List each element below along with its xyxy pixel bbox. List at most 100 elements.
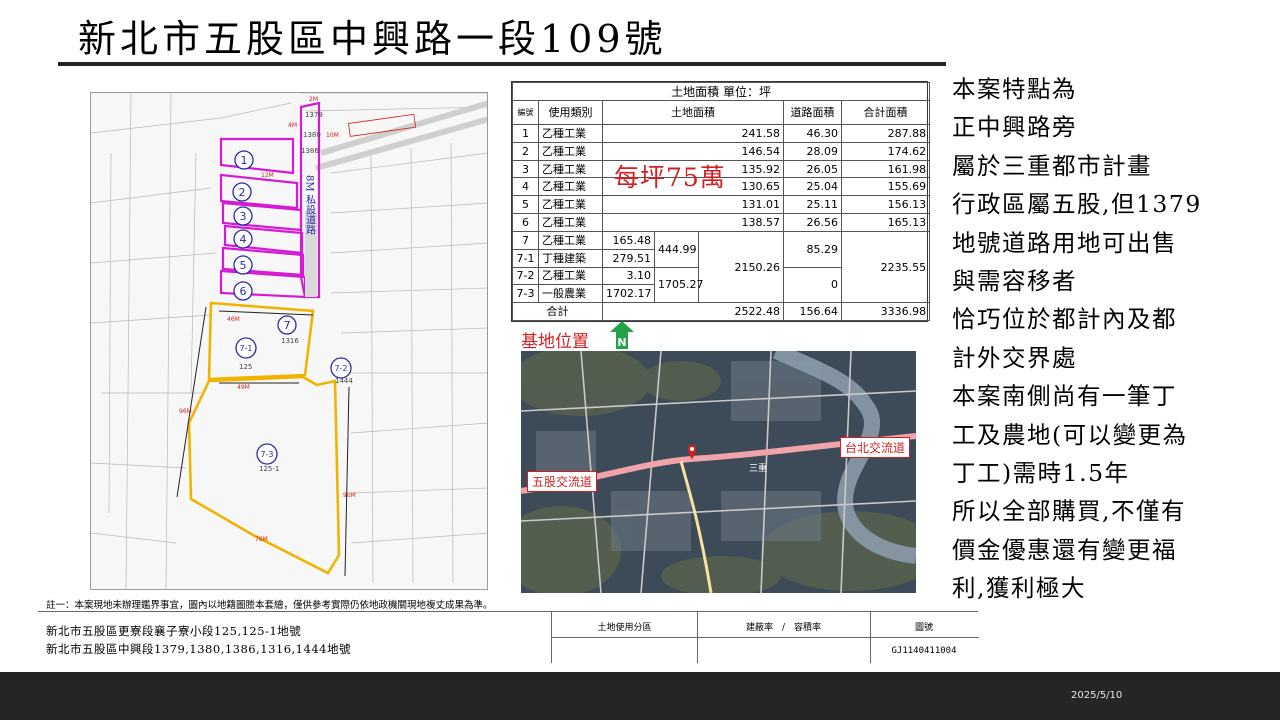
interchange-label-taipei: 台北交流道	[840, 437, 911, 458]
cell-road: 25.11	[783, 195, 842, 215]
dim-label: 76M	[255, 536, 268, 543]
lot-1444: 1444	[335, 377, 353, 385]
parcel-marker-7-3: 7-3	[260, 450, 273, 459]
cell-subtotal: 1705.27	[654, 266, 704, 304]
cell-use: 丁種建築	[538, 248, 603, 268]
notes-panel: 本案特點為 正中興路旁 屬於三重都市計畫 行政區屬五股,但1379 地號道路用地…	[952, 70, 1262, 608]
note-line: 與需容移者	[952, 267, 1077, 296]
cell-road: 0	[783, 266, 842, 304]
cell-use: 乙種工業	[538, 159, 603, 179]
col-header-road: 道路面積	[783, 100, 842, 125]
cell-total: 161.98	[840, 159, 931, 179]
site-location-label: 基地位置	[521, 332, 589, 352]
table-row: 7 乙種工業 165.48 444.99 2150.26 85.29 2235.…	[512, 230, 931, 304]
note-line: 價金優惠還有變更福	[952, 535, 1177, 564]
cell-no: 2	[512, 141, 539, 161]
lot-1380: 1380	[303, 131, 321, 139]
dim-label: 49M	[237, 384, 250, 391]
land-area-table: 土地面積 單位：坪 編號 使用類別 土地面積 道路面積 合計面積 1 乙種工業 24…	[511, 81, 931, 322]
col-header-use: 使用類別	[538, 100, 603, 125]
grid-divider	[552, 637, 979, 638]
footer-bar: 2025/5/10	[0, 672, 1280, 720]
note-line: 本案南側尚有一筆丁	[952, 382, 1177, 411]
svg-text:N: N	[617, 336, 626, 349]
title-divider	[58, 62, 946, 66]
cell-no: 7-2	[512, 266, 539, 286]
address-line-1: 新北市五股區更寮段襄子寮小段125,125-1地號	[46, 624, 302, 638]
cell-land: 131.01	[602, 195, 784, 215]
lot-1379: 1379	[305, 111, 323, 119]
parcel-marker-7-1: 7-1	[239, 344, 252, 353]
parcel-marker-4: 4	[240, 233, 247, 246]
interchange-label-wugu: 五股交流道	[527, 471, 598, 492]
drawing-number-label: 圖號	[914, 623, 933, 633]
parcel-marker-5: 5	[240, 259, 247, 272]
cell-no: 3	[512, 159, 539, 179]
parcel-marker-3: 3	[240, 210, 247, 223]
table-total-row: 合計 2522.48 156.64 3336.98	[512, 302, 931, 321]
cell-land: 138.57	[602, 213, 784, 232]
cell-land: 279.51	[602, 248, 655, 268]
lot-125: 125	[239, 363, 252, 371]
cell-no: 1	[512, 124, 539, 143]
note-line: 本案特點為	[952, 75, 1077, 103]
cell-subtotal: 444.99	[654, 230, 699, 268]
col-header-total: 合計面積	[840, 100, 931, 125]
cell-road: 26.56	[783, 213, 842, 232]
parcel-outlines-south	[187, 301, 341, 575]
drawing-title-block: 新北市五股區更寮段襄子寮小段125,125-1地號 新北市五股區中興段1379,…	[38, 611, 979, 663]
address-line-2: 新北市五股區中興段1379,1380,1386,1316,1444地號	[46, 642, 351, 656]
cell-land-total: 2522.48	[602, 302, 784, 321]
cell-use: 乙種工業	[538, 230, 603, 250]
cell-use: 乙種工業	[538, 124, 603, 143]
cell-grand-total: 3336.98	[840, 302, 931, 321]
parcel-marker-6: 6	[240, 285, 247, 298]
cell-total: 156.13	[840, 195, 931, 215]
parcel-marker-7: 7	[284, 319, 291, 332]
dim-label: 90M	[343, 492, 356, 499]
cell-total-label: 合計	[512, 302, 603, 321]
cell-road-total: 156.64	[783, 302, 842, 321]
dim-label: 12M	[261, 172, 274, 179]
cadastral-drawing: 1379 1380 1386 1316 125 1444 125-1 2M 4M…	[91, 93, 487, 589]
cell-no: 7	[512, 230, 539, 250]
table-row: 6 乙種工業 138.57 26.56 165.13	[512, 213, 931, 232]
lot-125-1: 125-1	[259, 465, 279, 473]
cell-land: 165.48	[602, 230, 655, 250]
zoning-label: 土地使用分區	[597, 623, 652, 633]
note-line: 行政區屬五股,但1379	[952, 190, 1202, 219]
parcel-markers	[232, 150, 352, 465]
cell-road: 85.29	[783, 230, 842, 268]
note-line: 丁工)需時1.5年	[952, 459, 1130, 488]
cell-no: 7-1	[512, 248, 539, 268]
cell-use: 乙種工業	[538, 266, 603, 286]
svg-text:8M 私設道路: 8M 私設道路	[304, 175, 316, 236]
parcel-marker-7-2: 7-2	[334, 364, 347, 373]
cell-no: 5	[512, 195, 539, 215]
price-per-ping-note: 每坪75萬	[614, 163, 726, 192]
col-header-no: 編號	[512, 100, 539, 125]
dim-label: 46M	[227, 316, 240, 323]
cell-total: 155.69	[840, 177, 931, 197]
place-label-sanchong: 三重	[749, 462, 767, 474]
dim-label: 96M	[179, 408, 192, 415]
cell-total: 165.13	[840, 213, 931, 232]
map-footnote: 註一：本案現地未辦理鑑界事宜，圖內以地籍圖謄本套繪，僅供參考實際仍依地政機關現地…	[46, 600, 493, 611]
cadastral-map: 1379 1380 1386 1316 125 1444 125-1 2M 4M…	[90, 92, 488, 590]
dim-label: 4M	[288, 122, 297, 129]
cell-use: 一般農業	[538, 284, 603, 304]
title-block-grid: 土地使用分區 建蔽率 / 容積率 圖號 GJ1140411004	[551, 612, 979, 663]
cell-no: 6	[512, 213, 539, 232]
cell-use: 乙種工業	[538, 141, 603, 161]
table-row: 1 乙種工業 241.58 46.30 287.88	[512, 124, 931, 143]
note-line: 所以全部購買,不僅有	[952, 497, 1186, 526]
private-road-label: 8M 私設道路	[304, 175, 316, 236]
cell-group-sum: 2150.26	[698, 230, 784, 304]
dim-label: 10M	[326, 132, 339, 139]
satellite-map: 三重 台北交流道 五股交流道	[521, 351, 916, 593]
dim-label: 2M	[309, 96, 318, 103]
table-row: 5 乙種工業 131.01 25.11 156.13	[512, 195, 931, 215]
note-line: 工及農地(可以變更為	[952, 420, 1188, 449]
cell-use: 乙種工業	[538, 177, 603, 197]
cell-no: 7-3	[512, 284, 539, 304]
